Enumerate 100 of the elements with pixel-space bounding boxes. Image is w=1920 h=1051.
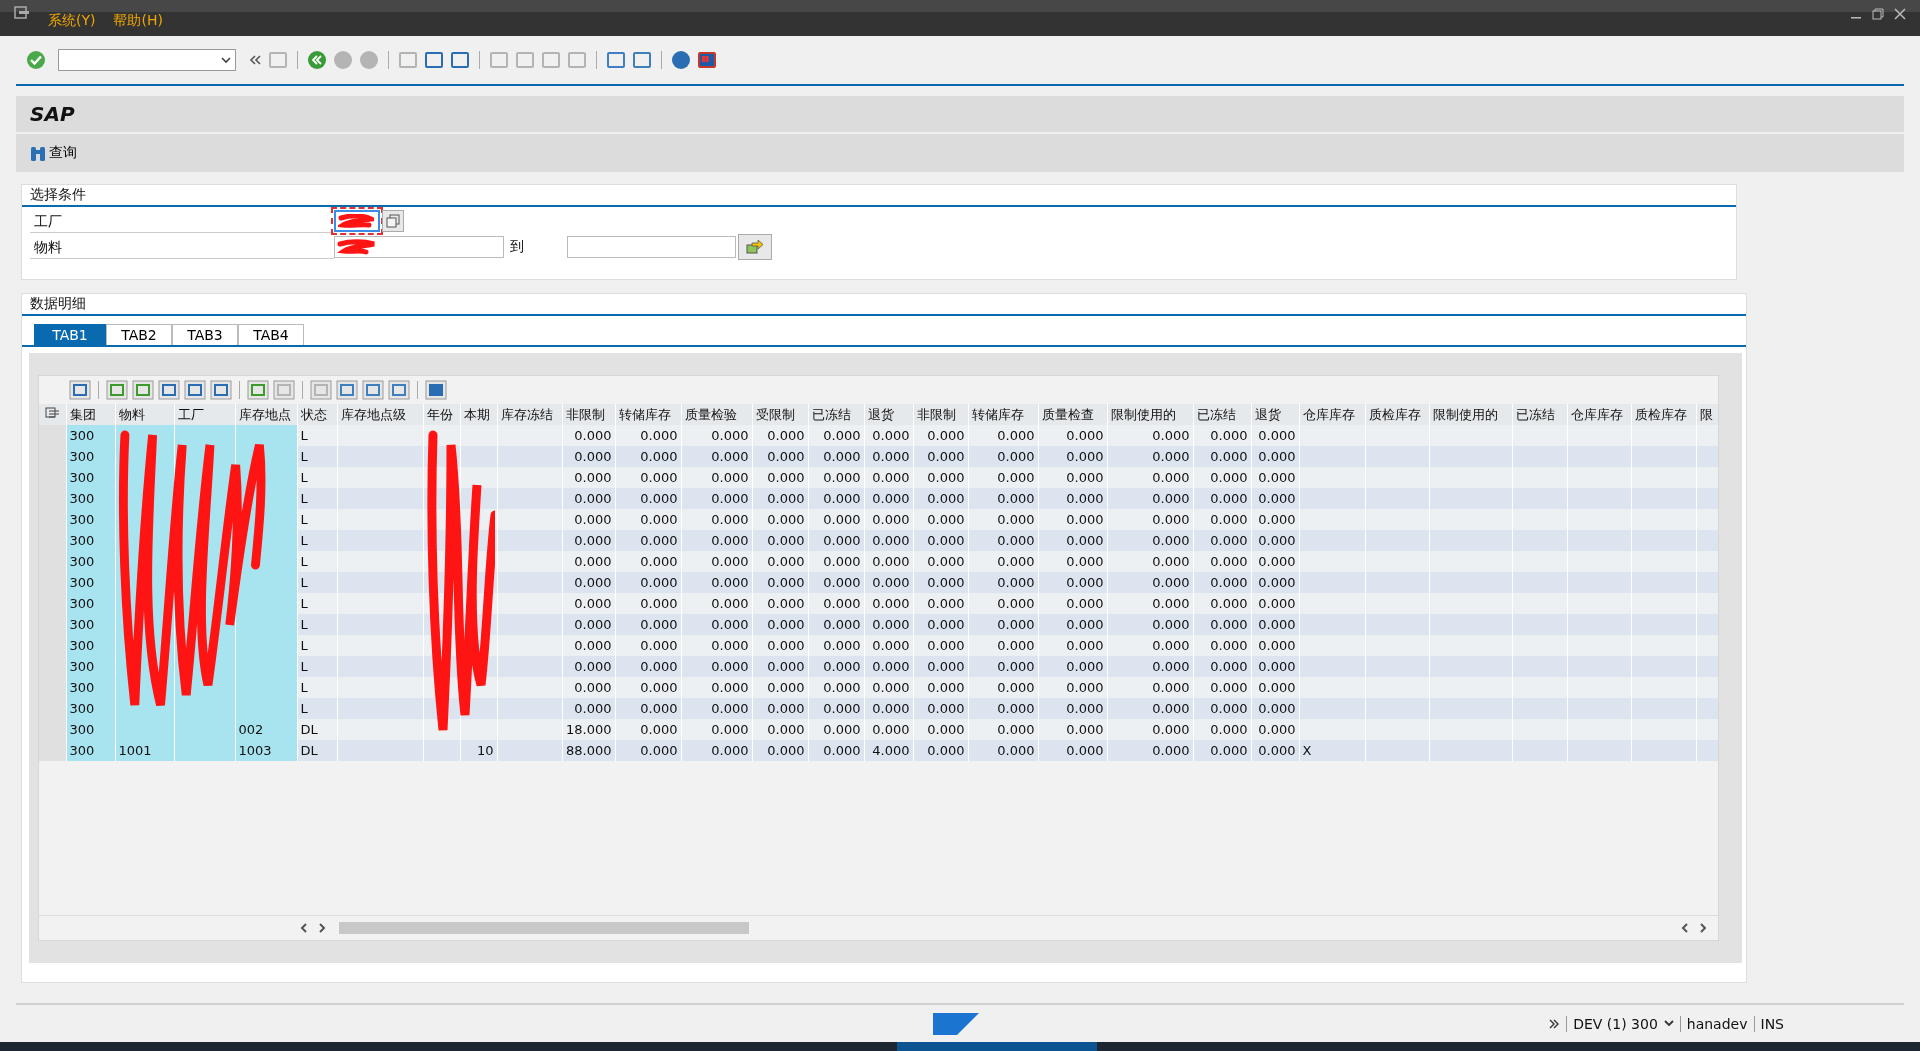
tab[interactable]: TAB4 — [238, 324, 304, 345]
column-header[interactable]: 质量检验 — [681, 404, 752, 425]
table-cell: 300 — [66, 425, 115, 446]
column-header[interactable]: 库存地点级 — [337, 404, 423, 425]
table-cell: 1001 — [115, 740, 174, 761]
scroll-left-icon[interactable] — [299, 922, 309, 934]
table-cell: 300 — [66, 467, 115, 488]
table-cell: 300 — [66, 593, 115, 614]
table-cell: 88.000 — [562, 740, 615, 761]
panel-title: 数据明细 — [22, 294, 1746, 316]
table-cell: 300 — [66, 698, 115, 719]
column-header[interactable]: 质量检查 — [1038, 404, 1107, 425]
query-button[interactable]: 查询 — [28, 142, 79, 164]
collapse-icon[interactable] — [248, 53, 262, 67]
column-header[interactable]: 库存地点 — [235, 404, 297, 425]
system-info[interactable]: DEV (1) 300 — [1573, 1015, 1658, 1032]
table-cell: 300 — [66, 719, 115, 740]
column-header[interactable]: 集团 — [66, 404, 115, 425]
arrow-icon — [746, 239, 764, 255]
redaction-scribble-drawing — [338, 214, 374, 228]
screen-title: SAP — [30, 102, 75, 126]
table-cell: 0.000 — [1193, 740, 1251, 761]
column-header[interactable]: 质检库存 — [1631, 404, 1696, 425]
table-cell: 0.000 — [968, 740, 1038, 761]
table-cell: 4.000 — [864, 740, 913, 761]
to-label: 到 — [509, 238, 525, 256]
table-cell: 300 — [66, 677, 115, 698]
tab[interactable]: TAB1 — [34, 324, 106, 345]
table-cell: 0.000 — [1038, 740, 1107, 761]
column-header[interactable]: 受限制 — [752, 404, 808, 425]
column-header[interactable]: 退货 — [864, 404, 913, 425]
table-cell: 0.000 — [752, 740, 808, 761]
table-cell: 300 — [66, 656, 115, 677]
redaction-scribble-drawing — [337, 239, 377, 255]
column-header[interactable]: 物料 — [115, 404, 174, 425]
binoculars-icon — [30, 144, 46, 162]
multiple-selection-icon — [386, 214, 400, 228]
command-field[interactable] — [58, 49, 236, 71]
menu-icon[interactable] — [14, 6, 30, 20]
table-cell: 300 — [66, 551, 115, 572]
table-cell: 300 — [66, 614, 115, 635]
field-label: 物料 — [30, 235, 334, 259]
column-header[interactable]: 年份 — [423, 404, 460, 425]
multiple-selection-button[interactable] — [738, 234, 772, 260]
scroll-right-icon[interactable] — [317, 922, 327, 934]
dropdown-icon — [221, 56, 231, 64]
column-header[interactable]: 仓库库存 — [1567, 404, 1631, 425]
material-to-field[interactable] — [567, 236, 736, 258]
plant-field[interactable] — [334, 210, 380, 232]
material-from-field[interactable] — [334, 236, 504, 258]
column-header[interactable]: 已冻结 — [1193, 404, 1251, 425]
panel-title: 选择条件 — [22, 185, 1736, 207]
column-header[interactable]: 质检库存 — [1365, 404, 1429, 425]
table-cell: 300 — [66, 635, 115, 656]
table-cell: 0.000 — [1107, 740, 1193, 761]
column-header[interactable]: 本期 — [460, 404, 497, 425]
column-header[interactable]: 限 — [1696, 404, 1718, 425]
expand-icon[interactable] — [1548, 1017, 1561, 1030]
table-cell: 0.000 — [681, 740, 752, 761]
table-cell: 300 — [66, 572, 115, 593]
table-cell: 300 — [66, 530, 115, 551]
table-cell: 10 — [460, 740, 497, 761]
table-cell: 0.000 — [615, 740, 681, 761]
scroll-left-icon[interactable] — [1680, 922, 1690, 934]
column-header[interactable]: 限制使用的 — [1107, 404, 1193, 425]
tab[interactable]: TAB2 — [106, 324, 172, 345]
table-cell: 1003 — [235, 740, 297, 761]
table-cell: 0.000 — [913, 740, 968, 761]
column-header[interactable]: 库存冻结 — [497, 404, 562, 425]
column-header[interactable]: 非限制 — [913, 404, 968, 425]
column-header[interactable]: 退货 — [1251, 404, 1299, 425]
scroll-right-icon[interactable] — [1698, 922, 1708, 934]
server-name: hanadev — [1686, 1015, 1748, 1032]
table-cell: 0.000 — [808, 740, 864, 761]
table-cell: 300 — [66, 509, 115, 530]
column-header[interactable]: 已冻结 — [1512, 404, 1567, 425]
column-header[interactable]: 已冻结 — [808, 404, 864, 425]
column-header[interactable]: 仓库库存 — [1299, 404, 1365, 425]
restore-icon[interactable] — [1872, 8, 1884, 20]
back-icon[interactable] — [307, 50, 327, 70]
close-icon[interactable] — [1894, 8, 1906, 20]
menu-item[interactable]: 系统(Y) — [48, 12, 96, 30]
select-all-icon[interactable] — [45, 407, 60, 419]
column-header[interactable]: 限制使用的 — [1429, 404, 1512, 425]
multiple-selection-button[interactable] — [382, 210, 404, 232]
table-cell: 300 — [66, 446, 115, 467]
insert-mode: INS — [1760, 1015, 1784, 1032]
column-header[interactable]: 转储库存 — [615, 404, 681, 425]
caret-icon[interactable] — [1663, 1019, 1674, 1028]
table-cell: 0.000 — [1251, 740, 1299, 761]
scrollbar-thumb[interactable] — [339, 922, 749, 934]
table-cell: X — [1299, 740, 1365, 761]
tab[interactable]: TAB3 — [172, 324, 238, 345]
menu-item[interactable]: 帮助(H) — [113, 12, 163, 30]
column-header[interactable]: 转储库存 — [968, 404, 1038, 425]
table-cell: 300 — [66, 740, 115, 761]
column-header[interactable]: 状态 — [297, 404, 337, 425]
enter-icon[interactable] — [26, 50, 46, 70]
column-header[interactable]: 非限制 — [562, 404, 615, 425]
column-header[interactable]: 工厂 — [174, 404, 235, 425]
